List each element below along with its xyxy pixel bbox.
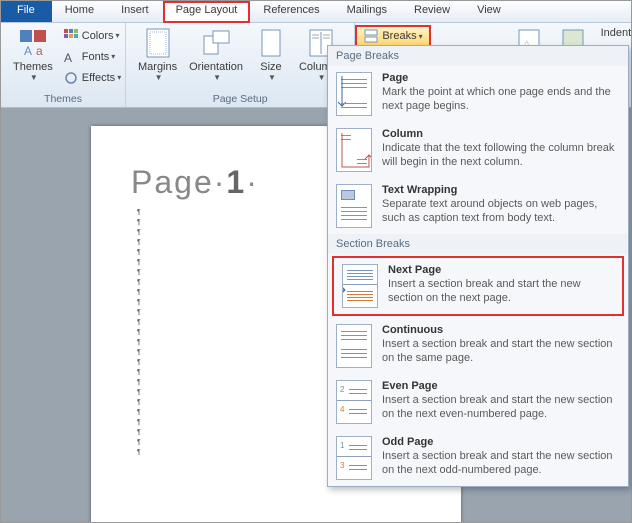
option-desc: Insert a section break and start the new… xyxy=(382,394,620,422)
orientation-button[interactable]: Orientation▼ xyxy=(183,25,249,84)
themes-icon: Aa xyxy=(17,27,49,59)
option-title: Text Wrapping xyxy=(382,184,620,196)
size-icon xyxy=(255,27,287,59)
svg-text:A: A xyxy=(24,44,32,58)
tab-page-layout[interactable]: Page Layout xyxy=(163,1,251,23)
fonts-label: Fonts xyxy=(82,51,110,63)
chevron-down-icon: ▾ xyxy=(111,52,115,61)
svg-text:A: A xyxy=(64,51,72,64)
break-option-continuous[interactable]: Continuous Insert a section break and sta… xyxy=(328,318,628,374)
even-page-icon: 24 xyxy=(336,380,372,424)
chevron-down-icon: ▾ xyxy=(419,32,423,41)
effects-icon xyxy=(63,70,79,86)
breaks-label: Breaks xyxy=(382,30,416,42)
page-title-suffix: · xyxy=(246,164,259,200)
margins-label: Margins xyxy=(138,61,177,73)
colors-icon xyxy=(63,28,79,44)
breaks-dropdown: Page Breaks Page Mark the point at which … xyxy=(327,45,629,487)
option-title: Continuous xyxy=(382,324,620,336)
tab-review[interactable]: Review xyxy=(401,1,464,22)
svg-text:a: a xyxy=(36,44,43,58)
chevron-down-icon: ▾ xyxy=(117,73,121,82)
option-desc: Insert a section break and start the new… xyxy=(382,338,620,366)
option-title: Even Page xyxy=(382,380,620,392)
group-label-page-setup: Page Setup xyxy=(132,91,348,107)
tab-mailings[interactable]: Mailings xyxy=(334,1,401,22)
option-title: Next Page xyxy=(388,264,614,276)
tab-references[interactable]: References xyxy=(250,1,333,22)
option-title: Odd Page xyxy=(382,436,620,448)
group-label-themes: Themes xyxy=(7,91,119,107)
breaks-button[interactable]: Breaks ▾ xyxy=(355,25,430,47)
tab-view[interactable]: View xyxy=(464,1,515,22)
option-title: Column xyxy=(382,128,620,140)
chevron-down-icon: ▼ xyxy=(268,73,276,82)
size-button[interactable]: Size▼ xyxy=(249,25,293,84)
chevron-down-icon: ▼ xyxy=(155,73,163,82)
themes-button[interactable]: Aa Themes ▼ xyxy=(7,25,59,91)
indent-label: Indent xyxy=(601,27,632,39)
fonts-icon: A xyxy=(63,49,79,65)
continuous-icon xyxy=(336,324,372,368)
column-break-icon xyxy=(336,128,372,172)
chevron-down-icon: ▼ xyxy=(318,73,326,82)
option-title: Page xyxy=(382,72,620,84)
effects-label: Effects xyxy=(82,72,115,84)
tab-insert[interactable]: Insert xyxy=(108,1,163,22)
margins-icon xyxy=(142,27,174,59)
break-option-page[interactable]: Page Mark the point at which one page end… xyxy=(328,66,628,122)
break-option-text-wrapping[interactable]: Text Wrapping Separate text around object… xyxy=(328,178,628,234)
tab-file[interactable]: File xyxy=(1,1,52,22)
next-page-icon xyxy=(342,264,378,308)
option-desc: Indicate that the text following the col… xyxy=(382,142,620,170)
tab-home[interactable]: Home xyxy=(52,1,108,22)
break-option-next-page[interactable]: Next Page Insert a section break and star… xyxy=(332,256,624,316)
orientation-label: Orientation xyxy=(189,61,243,73)
size-label: Size xyxy=(260,61,281,73)
chevron-down-icon: ▼ xyxy=(30,73,38,82)
chevron-down-icon: ▾ xyxy=(116,31,120,40)
section-breaks-header: Section Breaks xyxy=(328,234,628,254)
breaks-icon xyxy=(363,28,379,44)
orientation-icon xyxy=(200,27,232,59)
themes-label: Themes xyxy=(13,61,53,73)
colors-button[interactable]: Colors▾ xyxy=(59,25,125,46)
page-title-prefix: Page· xyxy=(131,164,226,200)
chevron-down-icon: ▼ xyxy=(213,73,221,82)
margins-button[interactable]: Margins▼ xyxy=(132,25,183,84)
page-title-number: 1 xyxy=(226,164,246,200)
break-option-column[interactable]: Column Indicate that the text following t… xyxy=(328,122,628,178)
option-desc: Mark the point at which one page ends an… xyxy=(382,86,620,114)
break-option-even-page[interactable]: 24 Even Page Insert a section break and s… xyxy=(328,374,628,430)
option-desc: Insert a section break and start the new… xyxy=(382,450,620,478)
colors-label: Colors xyxy=(82,30,114,42)
text-wrapping-icon xyxy=(336,184,372,228)
page-break-icon xyxy=(336,72,372,116)
option-desc: Separate text around objects on web page… xyxy=(382,198,620,226)
fonts-button[interactable]: A Fonts▾ xyxy=(59,46,125,67)
effects-button[interactable]: Effects▾ xyxy=(59,67,125,88)
option-desc: Insert a section break and start the new… xyxy=(388,278,614,306)
page-breaks-header: Page Breaks xyxy=(328,46,628,66)
break-option-odd-page[interactable]: 13 Odd Page Insert a section break and st… xyxy=(328,430,628,486)
odd-page-icon: 13 xyxy=(336,436,372,480)
